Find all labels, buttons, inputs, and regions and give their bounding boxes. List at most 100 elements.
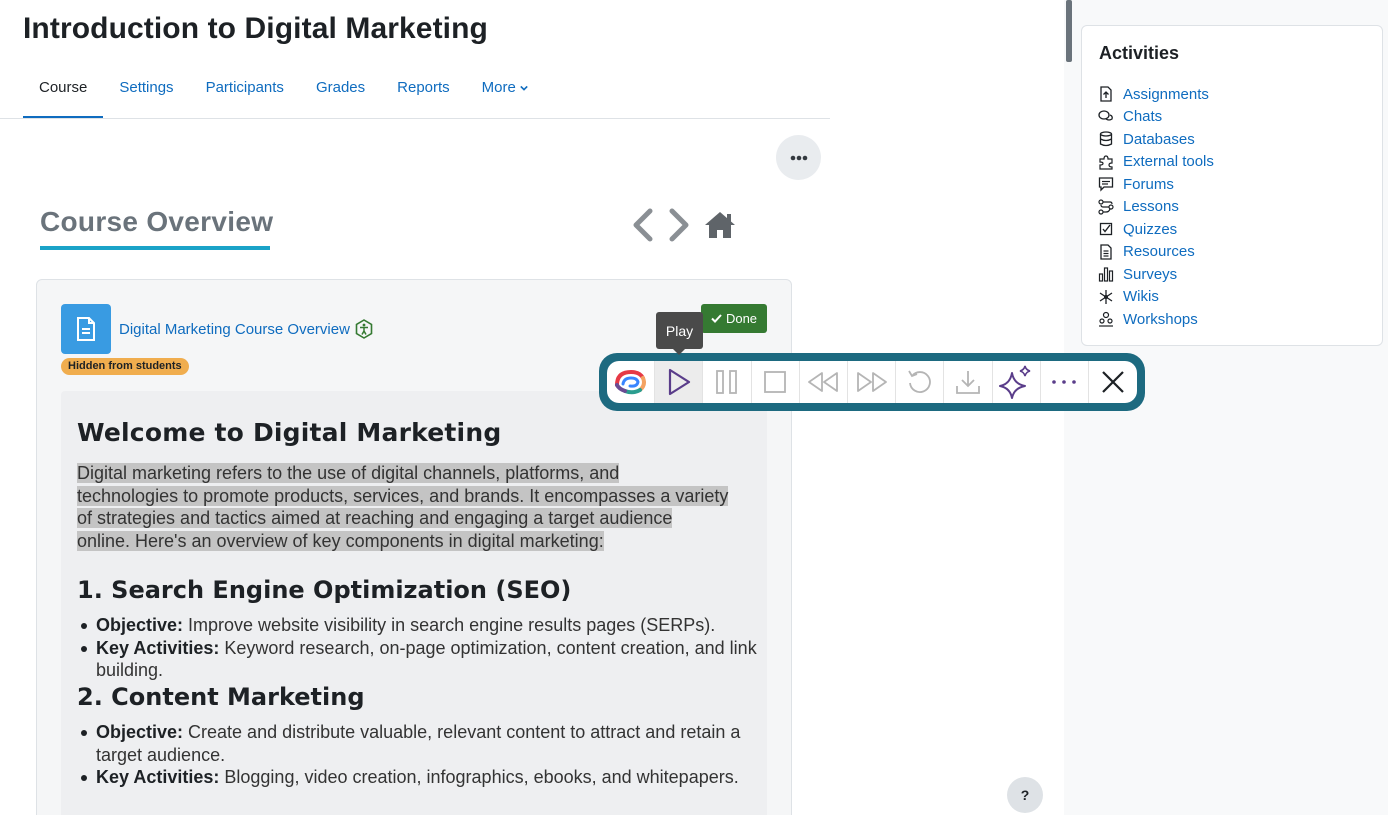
activity-item-label: Wikis [1123,288,1159,306]
previous-section-icon[interactable] [630,208,656,242]
sparkle-icon [999,365,1031,399]
activity-item-databases[interactable]: Databases [1097,128,1214,151]
activity-item-label: Databases [1123,130,1195,148]
stop-icon [764,371,787,393]
item-label: Objective: [96,722,184,742]
survey-icon [1097,265,1115,283]
section-heading: 2. Content Marketing [77,683,365,711]
activities-list: Assignments Chats Databases External too… [1097,83,1214,331]
close-button[interactable] [1089,361,1137,403]
activity-item-label: Assignments [1123,85,1209,103]
play-button[interactable] [655,361,704,403]
tab-course[interactable]: Course [23,60,104,119]
restart-button[interactable] [896,361,945,403]
ai-button[interactable] [993,361,1041,403]
bullet-list: Objective: Create and distribute valuabl… [81,721,766,789]
intro-line: Digital marketing refers to the use of d… [77,463,620,483]
item-label: Key Activities: [96,637,220,658]
activity-item-label: Forums [1123,175,1174,193]
section-heading: 1. Search Engine Optimization (SEO) [77,576,572,604]
activity-item-label: Resources [1123,243,1195,261]
tab-settings[interactable]: Settings [103,60,189,119]
intro-line: online. Here's an overview of key compon… [77,531,604,552]
pause-icon [716,370,737,394]
tab-label: Course [39,79,88,96]
course-tabs: Course Settings Participants Grades Repo… [23,60,544,119]
item-label: Key Activities: [96,767,220,787]
database-icon [1097,130,1115,148]
page-activity-icon [61,304,111,354]
forum-icon [1097,175,1115,193]
chevron-down-icon [520,85,528,91]
item-text: Improve website visibility in search eng… [183,615,716,635]
activity-item-lessons[interactable]: Lessons [1097,196,1214,219]
tab-label: Reports [397,79,450,96]
drawer-scrollbar[interactable] [1066,0,1072,62]
rewind-icon [808,372,839,392]
intro-line: of strategies and tactics aimed at reach… [77,508,673,529]
tab-divider [0,118,830,119]
intro-line: technologies to promote products, servic… [77,485,729,506]
done-button[interactable]: Done [701,304,767,333]
list-item: Key Activities: Blogging, video creation… [81,766,766,789]
section-title: Course Overview [40,206,274,237]
activity-item-wikis[interactable]: Wikis [1097,286,1214,309]
tab-grades[interactable]: Grades [300,60,381,119]
section-title-underline [40,246,270,250]
item-label: Objective: [96,615,184,635]
activity-item-label: Quizzes [1123,220,1178,238]
activity-item-external-tools[interactable]: External tools [1097,151,1214,174]
next-section-icon[interactable] [666,208,692,242]
download-icon [956,371,980,394]
quiz-icon [1097,220,1115,238]
list-item: Key Activities: Keyword research, on-pag… [81,637,766,682]
restart-icon [907,370,931,393]
activity-item-label: Workshops [1123,310,1198,328]
chat-icon [1097,108,1115,126]
text-to-speech-toolbar [599,353,1145,411]
item-text: Create and distribute valuable, relevant… [96,722,741,765]
more-icon [1052,380,1077,384]
assignment-icon [1097,85,1115,103]
activity-item-label: Surveys [1123,265,1178,283]
rewind-button[interactable] [800,361,848,403]
activities-title: Activities [1099,43,1180,63]
wiki-icon [1097,288,1115,306]
activity-item-workshops[interactable]: Workshops [1097,308,1214,331]
close-icon [1102,371,1124,393]
activity-item-label: Chats [1123,108,1163,126]
puzzle-icon [1097,153,1115,171]
tab-reports[interactable]: Reports [381,60,466,119]
stop-button[interactable] [752,361,800,403]
section-nav [630,208,738,242]
activity-link[interactable]: Digital Marketing Course Overview [119,321,350,338]
accessibility-icon [355,319,373,339]
tab-more[interactable]: More [466,60,544,119]
tab-label: More [481,79,516,96]
course-actions-button[interactable] [776,135,821,180]
activity-item-assignments[interactable]: Assignments [1097,83,1214,106]
home-icon[interactable] [702,209,738,241]
resource-icon [1097,243,1115,261]
logo-button[interactable] [607,361,656,403]
activity-item-quizzes[interactable]: Quizzes [1097,218,1214,241]
fast-forward-icon [856,372,887,392]
pause-button[interactable] [703,361,752,403]
more-options-button[interactable] [1041,361,1089,403]
lesson-icon [1097,198,1115,216]
done-label: Done [725,311,758,326]
activity-item-chats[interactable]: Chats [1097,106,1214,129]
bullet-list: Objective: Improve website visibility in… [81,614,766,682]
help-button[interactable]: ? [1007,777,1043,813]
tab-label: Settings [119,79,174,96]
download-button[interactable] [944,361,993,403]
ellipsis-icon [790,155,807,160]
workshop-icon [1097,310,1115,328]
tab-participants[interactable]: Participants [190,60,300,119]
tab-label: Participants [205,79,284,96]
activity-item-resources[interactable]: Resources [1097,241,1214,264]
fast-forward-button[interactable] [848,361,897,403]
content-heading: Welcome to Digital Marketing [77,418,502,447]
activity-item-surveys[interactable]: Surveys [1097,263,1214,286]
activity-item-forums[interactable]: Forums [1097,173,1214,196]
